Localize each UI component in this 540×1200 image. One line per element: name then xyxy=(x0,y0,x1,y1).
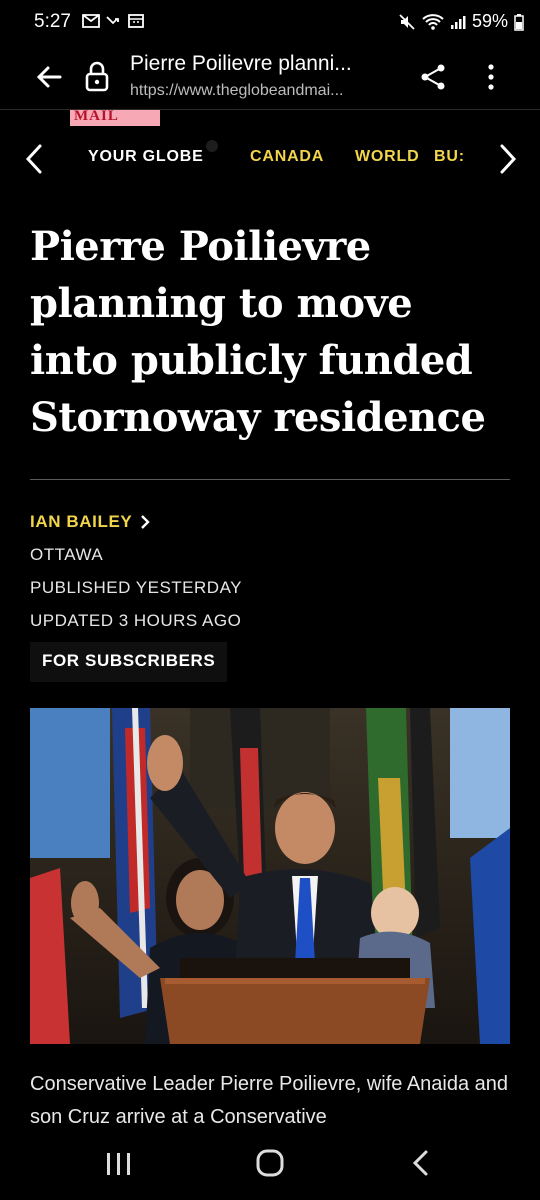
article-location: OTTAWA xyxy=(30,545,104,564)
signal-icon xyxy=(450,15,466,29)
subscriber-badge: FOR SUBSCRIBERS xyxy=(30,642,228,682)
page-title[interactable]: Pierre Poilievre planni... xyxy=(130,52,396,76)
system-status-icons: 59% xyxy=(398,11,524,32)
status-bar: 5:27 59% xyxy=(0,0,540,46)
url-text[interactable]: https://www.theglobeandmai... xyxy=(130,82,396,100)
status-time: 5:27 xyxy=(34,11,71,32)
mute-icon xyxy=(399,13,415,30)
notification-icons xyxy=(82,13,144,28)
author-name: IAN BAILEY xyxy=(30,512,133,531)
photo-illustration xyxy=(30,708,510,1044)
recent-apps-icon[interactable] xyxy=(104,1150,134,1178)
android-navigation-bar xyxy=(0,1128,540,1200)
wifi-icon xyxy=(422,13,444,30)
calendar-icon xyxy=(128,14,144,28)
missed-call-icon xyxy=(106,15,119,24)
divider xyxy=(30,479,510,480)
more-options-icon[interactable] xyxy=(478,60,504,94)
chevron-right-icon xyxy=(141,515,151,529)
browser-address-bar: Pierre Poilievre planni... https://www.t… xyxy=(0,46,540,110)
nav-item-your-globe[interactable]: YOUR GLOBE xyxy=(88,148,204,166)
lock-icon[interactable] xyxy=(84,60,110,94)
updated-date: UPDATED 3 HOURS AGO xyxy=(30,611,242,630)
globe-and-mail-logo[interactable]: MAIL xyxy=(70,110,160,126)
gmail-icon xyxy=(82,13,100,28)
share-icon[interactable] xyxy=(416,60,450,94)
battery-icon xyxy=(514,13,524,31)
nav-item-canada[interactable]: CANADA xyxy=(250,148,324,166)
back-arrow-icon[interactable] xyxy=(32,60,66,94)
nav-item-business[interactable]: BU: xyxy=(434,148,480,166)
system-back-icon[interactable] xyxy=(408,1148,434,1178)
nav-item-world[interactable]: WORLD xyxy=(355,148,419,166)
author-link[interactable]: IAN BAILEY xyxy=(30,512,151,532)
battery-percent: 59% xyxy=(471,11,508,31)
chevron-right-icon[interactable] xyxy=(494,142,522,176)
chevron-left-icon[interactable] xyxy=(20,142,48,176)
photo-caption: Conservative Leader Pierre Poilievre, wi… xyxy=(30,1073,509,1128)
article-headline: Pierre Poilievre planning to move into p… xyxy=(30,223,486,441)
section-nav: YOUR GLOBE CANADA WORLD BU: xyxy=(0,126,540,192)
home-icon[interactable] xyxy=(255,1148,285,1178)
nav-indicator-dot xyxy=(206,140,218,152)
article-photo[interactable] xyxy=(30,708,510,1044)
published-date: PUBLISHED YESTERDAY xyxy=(30,578,242,597)
